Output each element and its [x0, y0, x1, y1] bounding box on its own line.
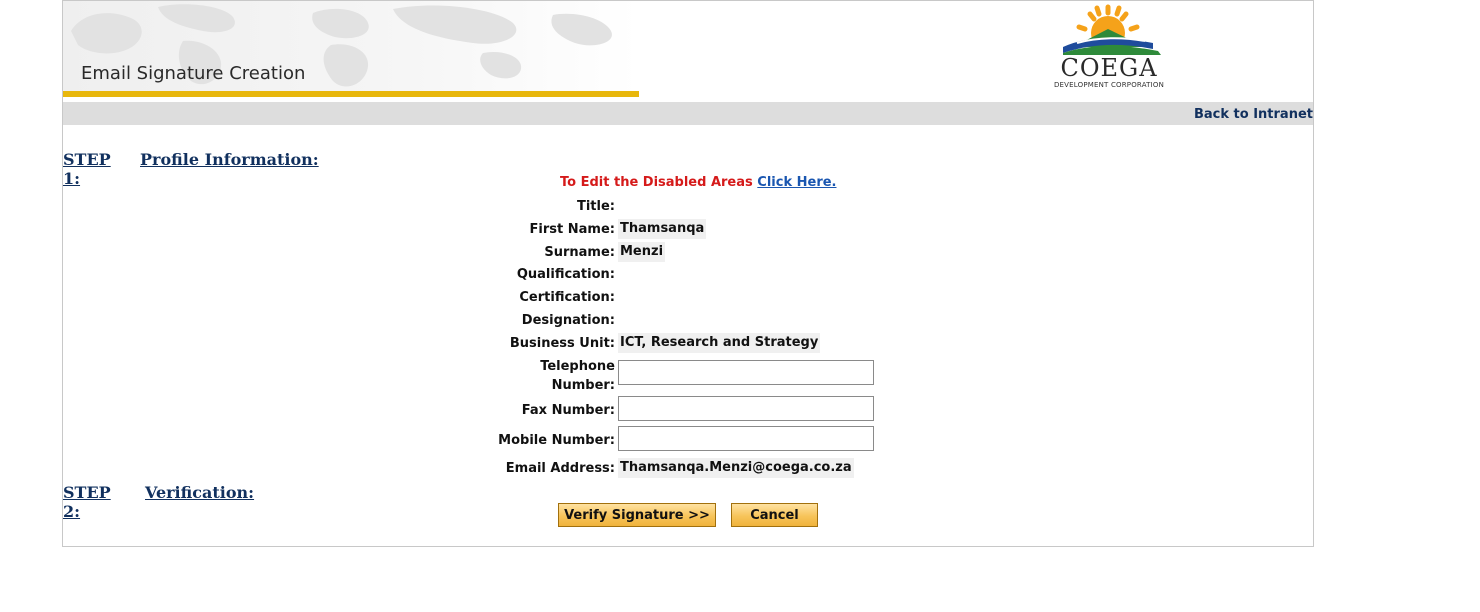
click-here-link[interactable]: Click Here. — [757, 175, 836, 190]
page-frame: Email Signature Creation COEGA DEVELOPME… — [62, 0, 1314, 547]
header-banner: Email Signature Creation — [63, 1, 639, 97]
back-to-intranet-link[interactable]: Back to Intranet — [1194, 107, 1313, 122]
title-label: Title: — [576, 199, 615, 214]
email-label: Email Address: — [505, 461, 615, 476]
step1-number[interactable]: STEP 1: — [63, 150, 111, 188]
logo-wordmark: COEGA — [1060, 54, 1158, 82]
step2-number[interactable]: STEP 2: — [63, 483, 111, 521]
row-first-name: First Name: Thamsanqa — [63, 219, 1313, 241]
business-unit-label: Business Unit: — [509, 336, 615, 351]
telephone-input[interactable] — [618, 360, 874, 385]
step2-title[interactable]: Verification: — [145, 483, 254, 502]
edit-notice-text: To Edit the Disabled Areas — [560, 175, 758, 190]
row-title: Title: — [63, 196, 1313, 218]
first-name-value: Thamsanqa — [618, 219, 707, 239]
row-designation: Designation: — [63, 310, 1313, 332]
fax-input[interactable] — [618, 396, 874, 421]
cancel-button[interactable]: Cancel — [731, 503, 818, 527]
mobile-input[interactable] — [618, 426, 874, 451]
surname-value: Menzi — [618, 242, 666, 262]
row-mobile: Mobile Number: — [63, 426, 1313, 451]
row-fax: Fax Number: — [63, 396, 1313, 421]
verify-signature-button[interactable]: Verify Signature >> — [558, 503, 716, 527]
row-surname: Surname: Menzi — [63, 242, 1313, 264]
fax-label: Fax Number: — [521, 403, 615, 418]
nav-bar — [63, 102, 1313, 125]
row-email: Email Address: Thamsanqa.Menzi@coega.co.… — [63, 458, 1313, 480]
designation-label: Designation: — [521, 313, 615, 328]
step1-title[interactable]: Profile Information: — [140, 150, 319, 169]
row-qualification: Qualification: — [63, 264, 1313, 286]
banner-divider — [63, 91, 639, 97]
row-certification: Certification: — [63, 287, 1313, 309]
email-value: Thamsanqa.Menzi@coega.co.za — [618, 458, 854, 478]
mobile-label: Mobile Number: — [498, 433, 615, 448]
certification-label: Certification: — [519, 290, 615, 305]
surname-label: Surname: — [544, 245, 615, 260]
qualification-label: Qualification: — [516, 267, 615, 282]
first-name-label: First Name: — [529, 222, 615, 237]
row-business-unit: Business Unit: ICT, Research and Strateg… — [63, 333, 1313, 355]
edit-notice: To Edit the Disabled Areas Click Here. — [560, 175, 837, 190]
page-title: Email Signature Creation — [81, 63, 306, 84]
row-telephone — [63, 360, 1313, 385]
logo-subtitle: DEVELOPMENT CORPORATION — [1053, 81, 1165, 89]
business-unit-value: ICT, Research and Strategy — [618, 333, 821, 353]
